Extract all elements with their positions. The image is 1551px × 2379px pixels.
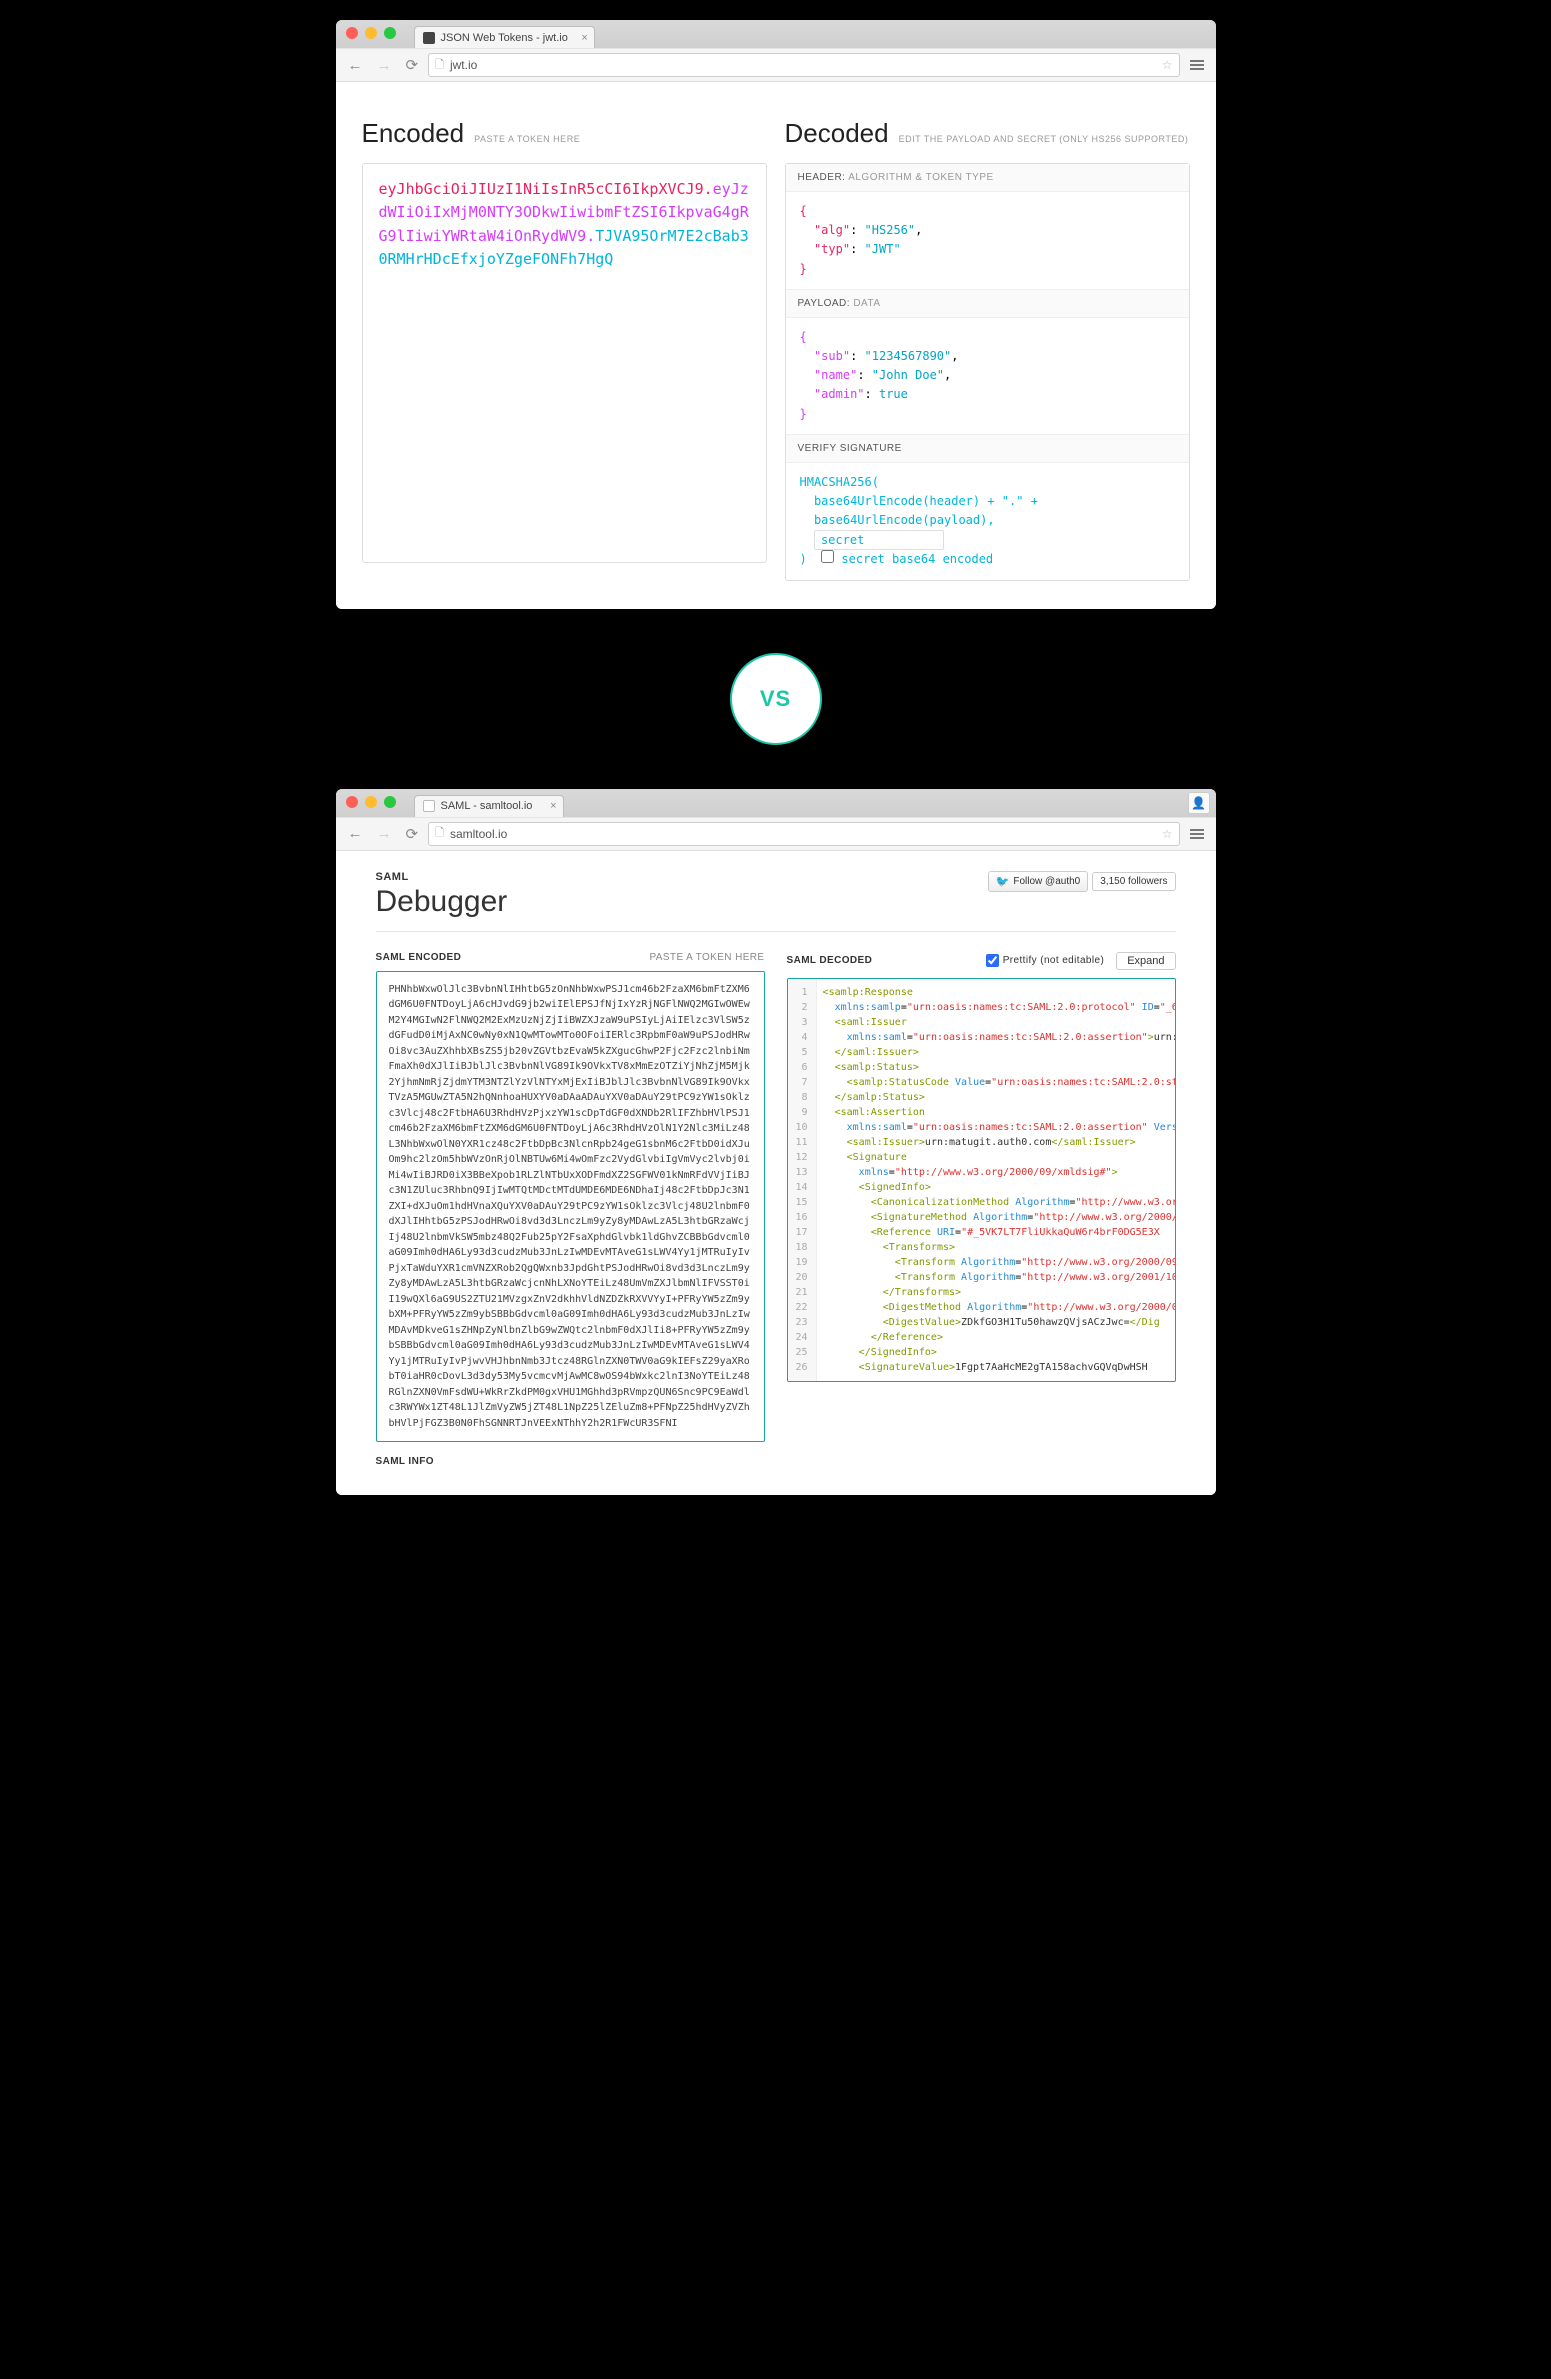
base64-checkbox[interactable] (821, 550, 834, 563)
payload-panel-title: PAYLOAD: DATA (786, 289, 1189, 318)
url-text: jwt.io (450, 58, 477, 72)
token-header: eyJhbGciOiJIUzI1NiIsInR5cCI6IkpXVCJ9 (379, 180, 704, 198)
decoded-column: Decoded EDIT THE PAYLOAD AND SECRET (ONL… (785, 118, 1190, 581)
browser-tab[interactable]: SAML - samltool.io × (414, 795, 564, 817)
secret-input[interactable] (814, 530, 944, 550)
profile-icon[interactable]: 👤 (1188, 792, 1210, 814)
address-bar[interactable]: 🗋 samltool.io ☆ (428, 822, 1179, 846)
encoded-column: Encoded PASTE A TOKEN HERE eyJhbGciOiJIU… (362, 118, 767, 581)
reload-button[interactable]: ⟳ (402, 54, 423, 76)
saml-decoded-box[interactable]: 1234567891011121314151617181920212223242… (787, 978, 1176, 1382)
saml-page: SAML Debugger 🐦Follow @auth0 3,150 follo… (336, 851, 1216, 1496)
favicon-icon (423, 32, 435, 44)
back-button[interactable]: ← (344, 55, 367, 76)
browser-tab[interactable]: JSON Web Tokens - jwt.io × (414, 26, 595, 48)
twitter-icon: 🐦 (996, 875, 1010, 888)
vs-divider: VS (336, 609, 1216, 789)
header-panel-title: HEADER: ALGORITHM & TOKEN TYPE (786, 164, 1189, 192)
minimize-window-icon[interactable] (365, 796, 377, 808)
saml-decoded-heading: SAML DECODED (787, 955, 873, 966)
bookmark-icon[interactable]: ☆ (1162, 58, 1173, 72)
hamburger-menu-icon[interactable] (1186, 56, 1208, 74)
close-tab-icon[interactable]: × (550, 800, 556, 812)
forward-button[interactable]: → (373, 823, 396, 844)
window-controls (346, 27, 396, 39)
base64-checkbox-label[interactable]: secret base64 encoded (821, 552, 993, 566)
saml-decoded-column: SAML DECODED Prettify (not editable) Exp… (787, 952, 1176, 1468)
xml-code: <samlp:Response xmlns:samlp="urn:oasis:n… (817, 979, 1175, 1381)
twitter-follow: 🐦Follow @auth0 3,150 followers (988, 871, 1176, 892)
site-info-icon: 🗋 (435, 824, 444, 843)
signature-panel-title: VERIFY SIGNATURE (786, 434, 1189, 463)
maximize-window-icon[interactable] (384, 796, 396, 808)
saml-encoded-heading: SAML ENCODED (376, 952, 462, 963)
prettify-toggle[interactable]: Prettify (not editable) (986, 954, 1104, 967)
hamburger-menu-icon[interactable] (1186, 825, 1208, 843)
follower-count: 3,150 followers (1092, 872, 1175, 891)
saml-title: Debugger (376, 885, 508, 919)
signature-body: HMACSHA256( base64UrlEncode(header) + ".… (786, 463, 1189, 580)
saml-info-heading: SAML INFO (376, 1456, 765, 1467)
browser-toolbar: ← → ⟳ 🗋 samltool.io ☆ (336, 817, 1216, 851)
maximize-window-icon[interactable] (384, 27, 396, 39)
saml-brand: SAML (376, 871, 508, 883)
prettify-checkbox[interactable] (986, 954, 999, 967)
jwt-page: Encoded PASTE A TOKEN HERE eyJhbGciOiJIU… (336, 82, 1216, 609)
tab-title: SAML - samltool.io (441, 800, 533, 812)
browser-tab-strip: JSON Web Tokens - jwt.io × (336, 20, 1216, 48)
browser-tab-strip: SAML - samltool.io × 👤 (336, 789, 1216, 817)
back-button[interactable]: ← (344, 823, 367, 844)
payload-json[interactable]: { "sub": "1234567890", "name": "John Doe… (786, 318, 1189, 434)
forward-button[interactable]: → (373, 55, 396, 76)
expand-button[interactable]: Expand (1116, 952, 1175, 970)
saml-encoded-hint: PASTE A TOKEN HERE (649, 952, 764, 963)
close-window-icon[interactable] (346, 27, 358, 39)
vs-badge: VS (730, 653, 822, 745)
address-bar[interactable]: 🗋 jwt.io ☆ (428, 53, 1179, 77)
encoded-token-box[interactable]: eyJhbGciOiJIUzI1NiIsInR5cCI6IkpXVCJ9.eyJ… (362, 163, 767, 563)
follow-button[interactable]: 🐦Follow @auth0 (988, 871, 1089, 892)
jwt-browser-window: JSON Web Tokens - jwt.io × ← → ⟳ 🗋 jwt.i… (336, 20, 1216, 609)
browser-toolbar: ← → ⟳ 🗋 jwt.io ☆ (336, 48, 1216, 82)
favicon-icon (423, 800, 435, 812)
divider (376, 931, 1176, 932)
close-tab-icon[interactable]: × (581, 32, 587, 44)
decoded-hint: EDIT THE PAYLOAD AND SECRET (ONLY HS256 … (899, 134, 1189, 144)
encoded-heading: Encoded (362, 118, 465, 149)
tab-title: JSON Web Tokens - jwt.io (441, 32, 568, 44)
url-text: samltool.io (450, 827, 507, 841)
site-info-icon: 🗋 (435, 56, 444, 75)
saml-encoded-column: SAML ENCODED PASTE A TOKEN HERE PHNhbWxw… (376, 952, 765, 1468)
header-json[interactable]: { "alg": "HS256", "typ": "JWT" } (786, 192, 1189, 289)
minimize-window-icon[interactable] (365, 27, 377, 39)
reload-button[interactable]: ⟳ (402, 823, 423, 845)
bookmark-icon[interactable]: ☆ (1162, 827, 1173, 841)
close-window-icon[interactable] (346, 796, 358, 808)
window-controls (346, 796, 396, 808)
decoded-heading: Decoded (785, 118, 889, 149)
encoded-hint: PASTE A TOKEN HERE (474, 134, 580, 144)
decoded-panels: HEADER: ALGORITHM & TOKEN TYPE { "alg": … (785, 163, 1190, 581)
line-gutter: 1234567891011121314151617181920212223242… (788, 979, 817, 1381)
saml-browser-window: SAML - samltool.io × 👤 ← → ⟳ 🗋 samltool.… (336, 789, 1216, 1496)
saml-encoded-box[interactable]: PHNhbWxwOlJlc3BvbnNlIHhtbG5zOnNhbWxwPSJ1… (376, 971, 765, 1443)
